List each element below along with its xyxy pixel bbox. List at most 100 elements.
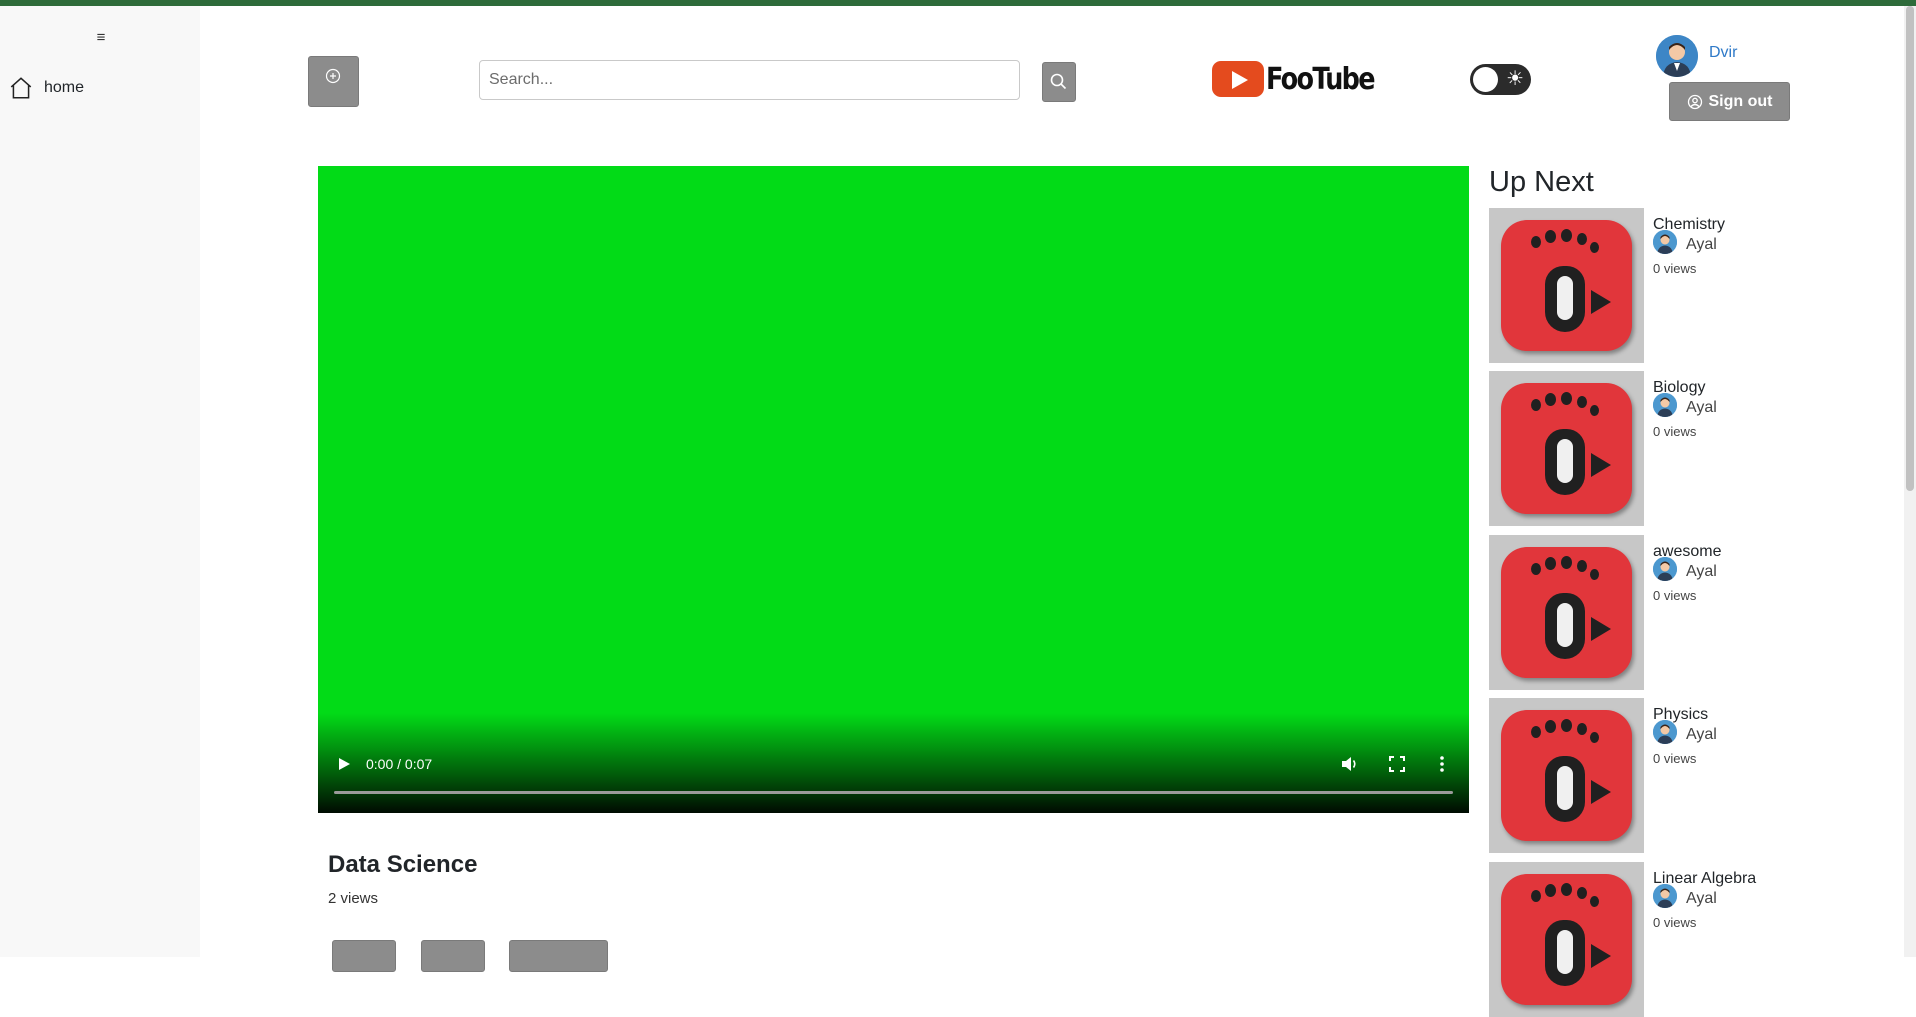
logo-toe <box>1531 726 1541 738</box>
fullscreen-icon[interactable] <box>1388 755 1406 773</box>
view-count: 0 views <box>1653 588 1697 603</box>
user-name-link[interactable]: Dvir <box>1709 44 1737 62</box>
sign-out-button[interactable]: Sign out <box>1669 82 1790 121</box>
author-avatar <box>1653 557 1677 581</box>
logo-toe <box>1531 236 1541 248</box>
author-avatar <box>1653 393 1677 417</box>
logo-toe <box>1545 720 1556 733</box>
up-next-item[interactable]: Linear Algebra Ayal 0 views <box>1489 862 1819 1017</box>
video-progress-bar[interactable] <box>334 791 1453 794</box>
author-name: Ayal <box>1686 236 1717 253</box>
sidebar-item-label: home <box>44 79 85 96</box>
logo-toe <box>1590 732 1599 743</box>
user-avatar[interactable] <box>1656 35 1698 77</box>
up-next-heading: Up Next <box>1489 166 1594 198</box>
author-avatar <box>1653 230 1677 254</box>
video-time: 0:00 / 0:07 <box>366 756 433 772</box>
logo-toe <box>1561 883 1572 896</box>
footube-app-icon <box>1501 383 1632 514</box>
search-button[interactable] <box>1042 62 1076 102</box>
toggle-knob <box>1473 67 1498 92</box>
logo-toe <box>1561 556 1572 569</box>
author-avatar <box>1653 884 1677 908</box>
logo-toe <box>1545 884 1556 897</box>
view-count: 0 views <box>1653 424 1697 439</box>
logo-toe <box>1531 399 1541 411</box>
search-icon <box>1050 73 1067 90</box>
video-thumbnail[interactable] <box>1489 371 1644 526</box>
logo-toe <box>1561 229 1572 242</box>
up-next-item[interactable]: Biology Ayal 0 views <box>1489 371 1819 526</box>
volume-icon[interactable] <box>1340 755 1360 773</box>
logo-toe <box>1590 405 1599 416</box>
home-icon <box>10 77 32 99</box>
logo-text: FooTube <box>1266 61 1376 97</box>
scrollbar-thumb[interactable] <box>1906 6 1914 491</box>
author-name: Ayal <box>1686 399 1717 416</box>
logo-foot <box>1545 756 1585 822</box>
sidebar-item-home[interactable]: home <box>8 74 84 102</box>
page-scrollbar[interactable] <box>1904 6 1916 957</box>
logo-toe <box>1577 723 1587 735</box>
dislike-button[interactable] <box>421 940 485 972</box>
footube-app-icon <box>1501 710 1632 841</box>
sun-icon: ☀ <box>1506 68 1524 90</box>
avatar-icon <box>1656 35 1698 77</box>
footube-app-icon <box>1501 547 1632 678</box>
logo-foot <box>1545 266 1585 332</box>
video-thumbnail[interactable] <box>1489 208 1644 363</box>
sidebar: ≡ home <box>0 6 200 957</box>
author-name: Ayal <box>1686 890 1717 907</box>
up-next-item[interactable]: Physics Ayal 0 views <box>1489 698 1819 853</box>
logo-toe <box>1590 242 1599 253</box>
up-next-item[interactable]: Chemistry Ayal 0 views <box>1489 208 1819 363</box>
video-thumbnail[interactable] <box>1489 698 1644 853</box>
menu-toggle-icon[interactable]: ≡ <box>91 28 111 48</box>
upload-button[interactable] <box>308 56 359 107</box>
logo-toe <box>1531 890 1541 902</box>
footube-app-icon <box>1501 874 1632 1005</box>
logo-play-triangle <box>1591 944 1611 968</box>
view-count: 0 views <box>1653 261 1697 276</box>
logo-toe <box>1577 233 1587 245</box>
logo-toe <box>1531 563 1541 575</box>
view-count: 0 views <box>1653 751 1697 766</box>
author-avatar <box>1653 720 1677 744</box>
avatar-icon <box>1653 884 1677 908</box>
video-title: Data Science <box>328 851 478 878</box>
app-logo[interactable]: FooTube <box>1212 59 1393 99</box>
author-name: Ayal <box>1686 726 1717 743</box>
video-thumbnail[interactable] <box>1489 862 1644 1017</box>
avatar-icon <box>1653 230 1677 254</box>
video-views: 2 views <box>328 890 379 907</box>
like-button[interactable] <box>332 940 396 972</box>
logo-toe <box>1590 896 1599 907</box>
video-player[interactable]: 0:00 / 0:07 <box>318 166 1469 813</box>
logo-foot <box>1545 593 1585 659</box>
logo-toe <box>1577 887 1587 899</box>
theme-toggle[interactable]: ☀ <box>1470 64 1531 95</box>
author-name: Ayal <box>1686 563 1717 580</box>
plus-circle-icon <box>325 68 341 84</box>
more-vertical-icon[interactable] <box>1436 755 1448 773</box>
search-input[interactable] <box>479 60 1020 100</box>
logo-play-triangle <box>1591 290 1611 314</box>
avatar-icon <box>1653 393 1677 417</box>
controls-gradient <box>318 713 1469 813</box>
play-icon[interactable] <box>336 756 352 772</box>
logo-foot <box>1545 429 1585 495</box>
up-next-item[interactable]: awesome Ayal 0 views <box>1489 535 1819 690</box>
logo-toe <box>1590 569 1599 580</box>
logo-toe <box>1577 560 1587 572</box>
share-button[interactable] <box>509 940 608 972</box>
logo-play-triangle <box>1591 453 1611 477</box>
view-count: 0 views <box>1653 915 1697 930</box>
avatar-icon <box>1653 720 1677 744</box>
footube-app-icon <box>1501 220 1632 351</box>
avatar-icon <box>1653 557 1677 581</box>
video-thumbnail[interactable] <box>1489 535 1644 690</box>
logo-toe <box>1545 557 1556 570</box>
user-circle-icon <box>1687 94 1702 109</box>
logo-play-icon <box>1212 61 1264 97</box>
logo-toe <box>1545 393 1556 406</box>
